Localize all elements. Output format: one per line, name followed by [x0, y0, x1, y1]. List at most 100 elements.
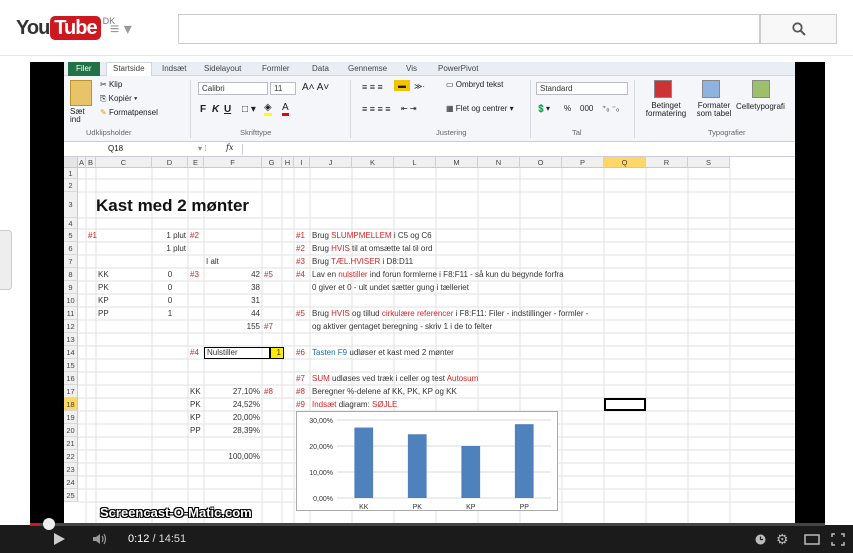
bold-icon[interactable]: F [200, 104, 206, 115]
column-header[interactable]: F [204, 157, 262, 168]
cut-button[interactable]: ✂ Klip [100, 80, 122, 89]
play-icon[interactable] [52, 532, 66, 546]
progress-knob[interactable] [43, 518, 55, 530]
row-header[interactable]: 20 [64, 424, 78, 437]
cell-c11[interactable]: PP [98, 309, 109, 319]
namebox-dropdown-icon[interactable]: ▾ ⁞ [198, 144, 206, 153]
row-header[interactable]: 6 [64, 242, 78, 255]
column-header[interactable]: L [394, 157, 436, 168]
column-header[interactable]: R [646, 157, 688, 168]
cell-d8[interactable]: 0 [152, 270, 188, 280]
cell-f7[interactable]: I alt [206, 257, 219, 267]
volume-icon[interactable] [93, 533, 109, 545]
copy-button[interactable]: ⎘ Kopiér ▾ [100, 94, 137, 104]
theater-icon[interactable] [804, 534, 820, 545]
paste-button[interactable]: Sæt ind [70, 108, 94, 124]
column-header[interactable]: A [78, 157, 86, 168]
tab-powerpivot[interactable]: PowerPivot [438, 64, 478, 73]
row-header[interactable]: 18 [64, 398, 78, 411]
search-input[interactable] [178, 14, 760, 44]
font-name-select[interactable]: Calibri [198, 82, 268, 95]
selected-cell[interactable] [604, 398, 646, 411]
tab-formulas[interactable]: Formler [262, 64, 290, 73]
bar-chart[interactable]: 0,00% 10,00% 20,00% 30,00% KK PK KP PP [296, 411, 558, 511]
tab-file[interactable]: Filer [68, 62, 100, 76]
format-table-button[interactable]: Formater som tabel [694, 102, 734, 118]
cell-f12[interactable]: 155 [204, 322, 260, 332]
indent-icon[interactable]: ⇤ ⇥ [401, 104, 417, 113]
row-header[interactable]: 5 [64, 229, 78, 242]
cell-f8[interactable]: 42 [204, 270, 260, 280]
number-format-select[interactable]: Standard [536, 82, 628, 95]
row-header[interactable]: 21 [64, 437, 78, 450]
fullscreen-icon[interactable] [831, 533, 845, 546]
cell-c9[interactable]: PK [98, 283, 109, 293]
bar-pk[interactable] [407, 434, 427, 498]
row-header[interactable]: 14 [64, 346, 78, 359]
row-header[interactable]: 16 [64, 372, 78, 385]
column-header[interactable]: N [478, 157, 520, 168]
column-header[interactable]: E [188, 157, 204, 168]
row-header[interactable]: 17 [64, 385, 78, 398]
format-painter-button[interactable]: ✎ Formatpensel [100, 108, 158, 117]
formula-input[interactable] [242, 144, 795, 155]
cell-f9[interactable]: 38 [204, 283, 260, 293]
column-header[interactable]: M [436, 157, 478, 168]
column-header[interactable]: G [262, 157, 282, 168]
cell-e14[interactable]: #4 [190, 348, 199, 358]
column-header[interactable]: K [352, 157, 394, 168]
cell-e19[interactable]: KP [190, 413, 201, 423]
row-header[interactable]: 24 [64, 476, 78, 489]
cell-d11[interactable]: 1 [152, 309, 188, 319]
progress-bar[interactable] [30, 523, 825, 526]
align-left-icon[interactable]: ≡ ≡ ≡ ≡ [362, 104, 391, 114]
italic-icon[interactable]: K [212, 104, 219, 115]
column-header[interactable]: J [310, 157, 352, 168]
row-header[interactable]: 7 [64, 255, 78, 268]
row-header[interactable]: 15 [64, 359, 78, 372]
column-header[interactable]: P [562, 157, 604, 168]
row-header[interactable]: 8 [64, 268, 78, 281]
grow-font-icon[interactable]: A˄ A˅ [302, 82, 329, 93]
tab-home[interactable]: Startside [106, 62, 152, 77]
cell-f11[interactable]: 44 [204, 309, 260, 319]
cell-f10[interactable]: 31 [204, 296, 260, 306]
decimal-icon[interactable]: ⁺₀ ⁻₀ [602, 104, 619, 113]
gear-icon[interactable]: ⚙ [776, 531, 789, 548]
column-header[interactable]: H [282, 157, 294, 168]
row-header[interactable]: 1 [64, 168, 78, 179]
row-header[interactable]: 19 [64, 411, 78, 424]
cell-g14[interactable]: 1 [270, 346, 284, 359]
wrap-text-button[interactable]: ▭ Ombryd tekst [446, 80, 503, 89]
name-box[interactable]: Q18 [108, 144, 123, 153]
tab-review[interactable]: Gennemse [348, 64, 387, 73]
column-header[interactable]: D [152, 157, 188, 168]
cell-c8[interactable]: KK [98, 270, 109, 280]
cell-e17[interactable]: KK [190, 387, 201, 397]
border-icon[interactable]: □ ▾ [242, 104, 256, 115]
font-color-icon[interactable]: A [282, 102, 289, 116]
cell-e20[interactable]: PP [190, 426, 201, 436]
row-header[interactable]: 4 [64, 218, 78, 229]
column-header[interactable]: B [86, 157, 96, 168]
cell-f20[interactable]: 28,39% [204, 426, 260, 436]
bar-kp[interactable] [461, 446, 481, 498]
row-header[interactable]: 23 [64, 463, 78, 476]
thousand-button[interactable]: 000 [580, 104, 593, 113]
cell-d9[interactable]: 0 [152, 283, 188, 293]
row-header[interactable]: 10 [64, 294, 78, 307]
cell-c10[interactable]: KP [98, 296, 109, 306]
cell-g8[interactable]: #5 [264, 270, 273, 280]
row-header[interactable]: 9 [64, 281, 78, 294]
bar-pp[interactable] [514, 424, 534, 498]
row-header[interactable]: 11 [64, 307, 78, 320]
tab-insert[interactable]: Indsæt [162, 64, 186, 73]
orientation-icon[interactable]: ▬ [394, 80, 410, 91]
row-header[interactable]: 3 [64, 192, 78, 218]
font-size-select[interactable]: 11 [270, 82, 296, 95]
cell-e5[interactable]: #2 [190, 231, 199, 241]
cell-g17[interactable]: #8 [264, 387, 273, 397]
youtube-logo[interactable]: You Tube DK [16, 16, 115, 40]
cell-styles-button[interactable]: Celletypografi [736, 102, 785, 111]
tab-view[interactable]: Vis [406, 64, 417, 73]
